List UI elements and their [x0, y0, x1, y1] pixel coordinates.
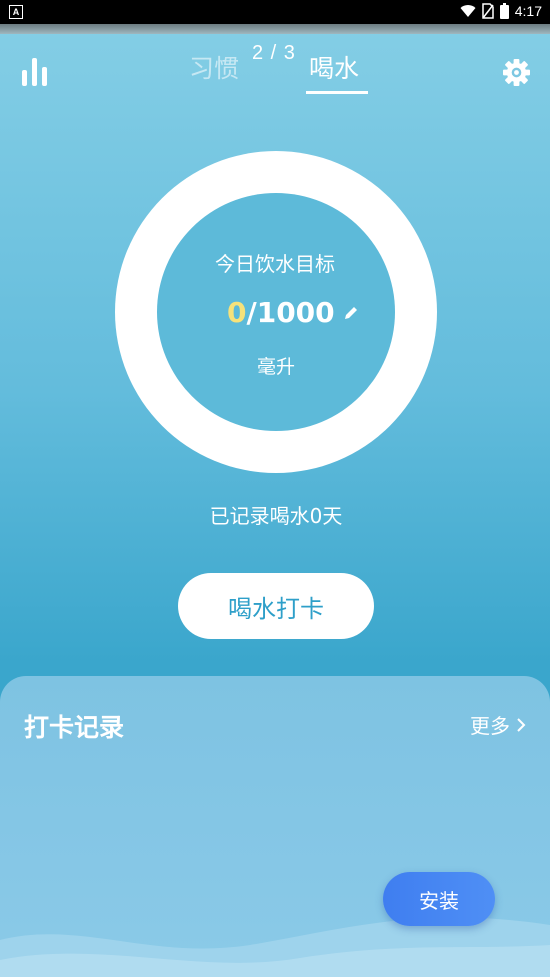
- active-tab-indicator: [306, 91, 368, 94]
- gear-icon[interactable]: [503, 59, 530, 86]
- goal-value[interactable]: 0 /1000: [227, 296, 359, 329]
- goal-unit: 毫升: [256, 356, 295, 378]
- status-bar-right: 4:17: [460, 3, 542, 19]
- chevron-right-icon: [517, 717, 526, 732]
- page-indicator: 2 / 3: [252, 42, 296, 64]
- record-days-text: 已记录喝水0天: [209, 504, 343, 528]
- more-link[interactable]: 更多: [470, 710, 526, 739]
- no-sim-icon: [482, 3, 494, 19]
- screen: A 4:17 2 / 3 习惯 喝水 今日饮水目标 0 /1000 毫升 已记录…: [0, 0, 550, 977]
- pencil-icon[interactable]: [343, 305, 359, 321]
- header-strip: [0, 24, 550, 34]
- records-title: 打卡记录: [24, 713, 125, 742]
- status-time: 4:17: [514, 3, 542, 19]
- battery-icon: [499, 3, 509, 19]
- goal-target-amount: /1000: [246, 296, 335, 329]
- goal-title: 今日饮水目标: [215, 252, 335, 276]
- tab-habit[interactable]: 习惯: [189, 52, 239, 86]
- water-checkin-button[interactable]: 喝水打卡: [178, 573, 374, 639]
- tab-water[interactable]: 喝水: [309, 52, 359, 86]
- goal-current-amount: 0: [227, 296, 247, 329]
- stats-icon[interactable]: [22, 58, 48, 86]
- wifi-icon: [460, 5, 476, 18]
- more-label: 更多: [470, 714, 510, 738]
- status-bar: A 4:17: [0, 0, 550, 24]
- notification-app-icon: A: [9, 5, 23, 19]
- install-button[interactable]: 安装: [383, 872, 495, 926]
